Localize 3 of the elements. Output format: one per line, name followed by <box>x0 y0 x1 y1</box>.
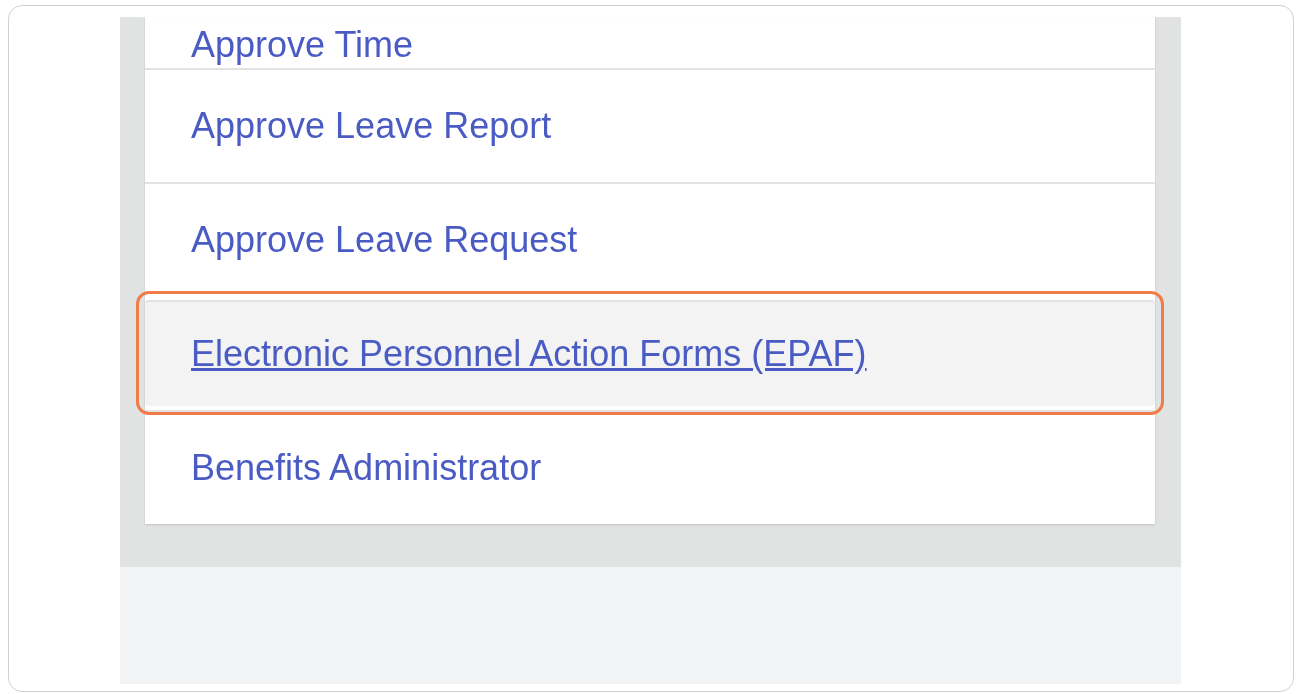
menu-link[interactable]: Benefits Administrator <box>145 410 1155 524</box>
menu-link[interactable]: Approve Time <box>145 17 1155 68</box>
menu-link[interactable]: Approve Leave Report <box>145 68 1155 182</box>
